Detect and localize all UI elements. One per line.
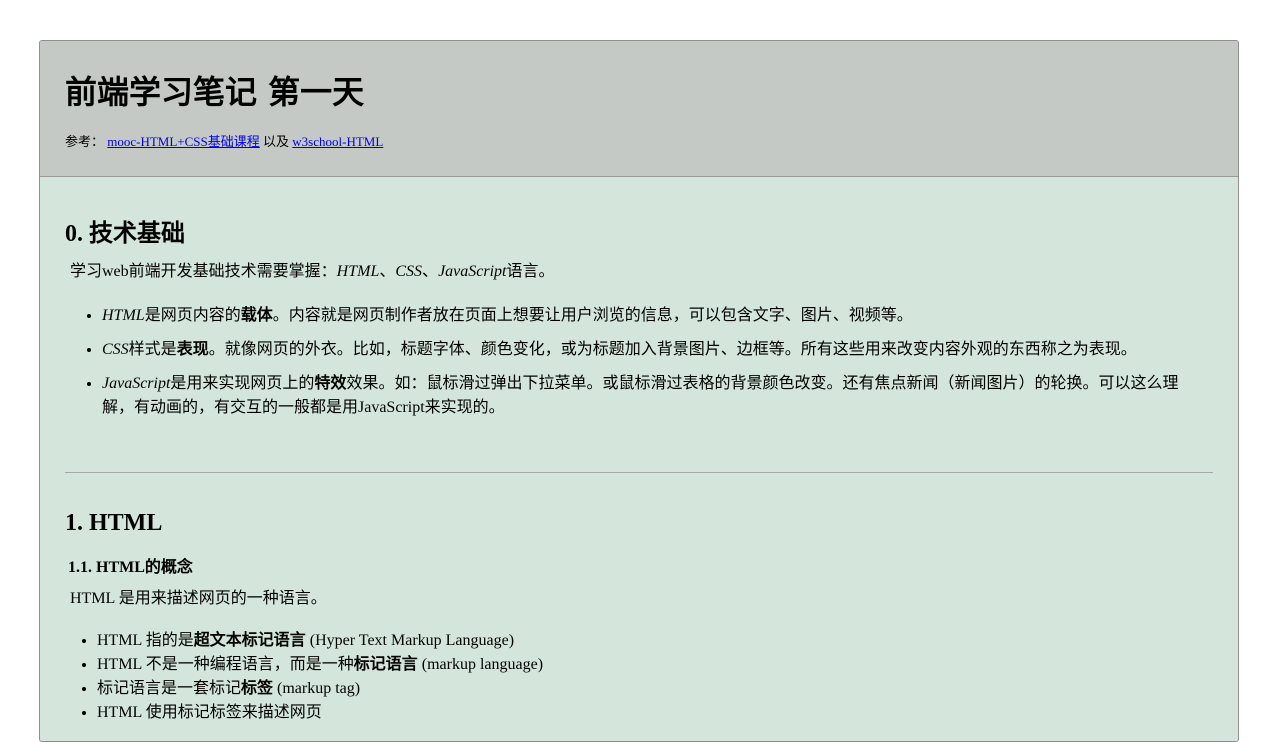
section-divider [65, 472, 1213, 473]
item-bold: 载体 [240, 307, 273, 324]
section0-intro: 学习web前端开发基础技术需要掌握：HTML、CSS、JavaScript语言。 [70, 257, 555, 281]
item-text: 是用来实现网页上的 [170, 375, 315, 392]
item-text: 样式是 [128, 341, 177, 358]
list-item: CSS样式是表现。就像网页的外衣。比如，标题字体、颜色变化，或为标题加入背景图片… [102, 338, 1187, 362]
document-page: 前端学习笔记 第一天 参考： mooc-HTML+CSS基础课程 以及 w3sc… [39, 40, 1239, 742]
tech-list: HTML是网页内容的载体。内容就是网页制作者放在页面上想要让用户浏览的信息，可以… [102, 304, 1187, 430]
list-item: HTML 使用标记标签来描述网页 [97, 701, 543, 725]
list-item: HTML 不是一种编程语言，而是一种标记语言 (markup language) [97, 653, 543, 677]
section-heading-tech-basics: 0. 技术基础 [65, 221, 185, 247]
section1-intro: HTML 是用来描述网页的一种语言。 [70, 590, 327, 607]
item-bold: 表现 [176, 341, 209, 358]
list-item: HTML是网页内容的载体。内容就是网页制作者放在页面上想要让用户浏览的信息，可以… [102, 304, 1187, 328]
item-term: JavaScript [102, 375, 171, 392]
item-term: HTML [102, 307, 145, 324]
item-text: (Hyper Text Markup Language) [305, 632, 515, 649]
intro-sep: 、 [422, 263, 439, 280]
item-bold: 特效 [314, 375, 347, 392]
item-bold: 标记语言 [353, 656, 418, 673]
intro-end: 语言。 [506, 263, 555, 280]
item-text: 标记语言是一套标记 [97, 680, 242, 697]
item-bold: 超文本标记语言 [193, 632, 306, 649]
item-text: HTML 不是一种编程语言，而是一种 [97, 656, 354, 673]
intro-html: HTML [336, 263, 380, 280]
item-text: 。内容就是网页制作者放在页面上想要让用户浏览的信息，可以包含文字、图片、视频等。 [272, 307, 913, 324]
reference-line: 参考： mooc-HTML+CSS基础课程 以及 w3school-HTML [65, 131, 383, 150]
link-w3school-html[interactable]: w3school-HTML [292, 134, 383, 149]
page-title: 前端学习笔记 第一天 [65, 73, 365, 111]
reference-mid: 以及 [263, 134, 290, 149]
intro-text: 学习web前端开发基础技术需要掌握： [70, 263, 337, 280]
list-item: 标记语言是一套标记标签 (markup tag) [97, 677, 543, 701]
item-term: CSS [102, 341, 129, 358]
item-text: 。就像网页的外衣。比如，标题字体、颜色变化，或为标题加入背景图片、边框等。所有这… [208, 341, 1137, 358]
intro-sep: 、 [379, 263, 396, 280]
page-header: 前端学习笔记 第一天 参考： mooc-HTML+CSS基础课程 以及 w3sc… [40, 41, 1238, 177]
list-item: JavaScript是用来实现网页上的特效效果。如：鼠标滑过弹出下拉菜单。或鼠标… [102, 372, 1187, 420]
item-bold: 标签 [241, 680, 274, 697]
link-mooc-course[interactable]: mooc-HTML+CSS基础课程 [107, 134, 260, 149]
item-text: (markup language) [417, 656, 544, 673]
item-text: 是网页内容的 [144, 307, 241, 324]
list-item: HTML 指的是超文本标记语言 (Hyper Text Markup Langu… [97, 629, 543, 653]
html-concept-list: HTML 指的是超文本标记语言 (Hyper Text Markup Langu… [97, 629, 543, 725]
section-heading-html: 1. HTML [65, 510, 163, 536]
item-text: HTML 指的是 [97, 632, 194, 649]
intro-css: CSS [395, 263, 423, 280]
intro-js: JavaScript [438, 263, 507, 280]
item-text: HTML 使用标记标签来描述网页 [97, 704, 322, 721]
reference-prefix: 参考： [65, 134, 105, 149]
subsection-heading-html-concept: 1.1. HTML的概念 [68, 559, 193, 576]
item-text: (markup tag) [273, 680, 361, 697]
